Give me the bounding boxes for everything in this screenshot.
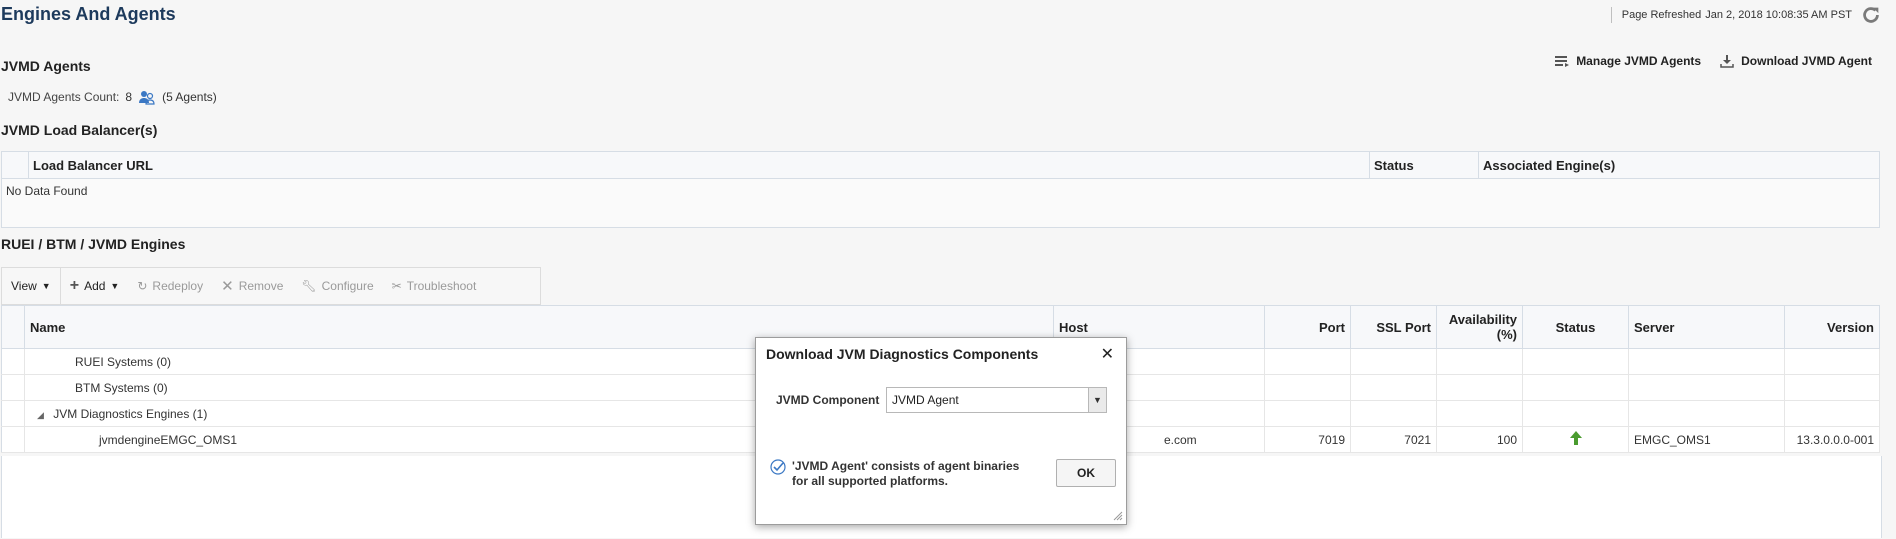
agents-group-icon[interactable]: [138, 89, 156, 105]
remove-icon: ✕: [221, 278, 234, 295]
server-link[interactable]: EMGC_OMS1: [1628, 426, 1785, 453]
download-jvmd-agent-label: Download JVMD Agent: [1741, 54, 1872, 68]
agents-count-label: JVMD Agents Count:: [8, 90, 120, 104]
chevron-down-icon: ▼: [110, 281, 120, 291]
refresh-label: Page Refreshed: [1621, 9, 1702, 21]
manage-list-icon: [1555, 56, 1570, 67]
download-dialog: Download JVM Diagnostics Components ✕ JV…: [755, 337, 1127, 525]
agents-count-detail: (5 Agents): [162, 90, 217, 104]
plus-icon: +: [69, 277, 80, 294]
redeploy-label: Redeploy: [152, 279, 204, 293]
redeploy-button[interactable]: ↻ Redeploy: [128, 279, 212, 293]
configure-label: Configure: [321, 279, 374, 293]
engines-toolbar: View ▼ + Add ▼ ↻ Redeploy ✕ Remove 🔧︎ Co…: [1, 267, 541, 305]
chevron-down-icon: ▼: [41, 281, 51, 291]
column-availability[interactable]: Availability (%): [1436, 305, 1523, 349]
manage-jvmd-agents-button[interactable]: Manage JVMD Agents: [1554, 54, 1701, 68]
agents-count-value: 8: [125, 90, 133, 104]
up-arrow-icon: [1569, 431, 1582, 445]
availability-link[interactable]: 100: [1436, 426, 1523, 453]
troubleshoot-label: Troubleshoot: [406, 279, 477, 293]
empty-space: [1, 203, 1880, 228]
table-header-row: Load Balancer URL Status Associated Engi…: [1, 151, 1880, 179]
troubleshoot-icon: ✂: [391, 279, 402, 293]
view-menu[interactable]: View ▼: [2, 279, 60, 293]
remove-label: Remove: [238, 279, 284, 293]
troubleshoot-button[interactable]: ✂ Troubleshoot: [383, 279, 486, 293]
agents-count: JVMD Agents Count: 8 (5 Agents): [8, 89, 217, 105]
refresh-icon[interactable]: [1860, 4, 1882, 26]
check-info-icon: [770, 459, 786, 475]
component-select[interactable]: JVMD Agent ▼: [886, 387, 1107, 413]
column-status[interactable]: Status: [1369, 151, 1479, 179]
redeploy-icon: ↻: [137, 279, 148, 293]
port-value: 7019: [1264, 426, 1351, 453]
add-menu[interactable]: + Add ▼: [61, 277, 129, 295]
column-load-balancer-url[interactable]: Load Balancer URL: [28, 151, 1370, 179]
load-balancer-title: JVMD Load Balancer(s): [1, 122, 158, 138]
download-icon: [1720, 55, 1734, 68]
page-title: Engines And Agents: [1, 4, 176, 24]
divider: [1610, 7, 1612, 23]
component-label: JVMD Component: [776, 393, 880, 407]
version-value: 13.3.0.0.0-001: [1784, 426, 1880, 453]
remove-button[interactable]: ✕ Remove: [212, 277, 292, 295]
info-message: 'JVMD Agent' consists of agent binaries …: [770, 459, 1030, 489]
resize-grip-icon[interactable]: [1113, 511, 1123, 521]
close-icon[interactable]: ✕: [1101, 344, 1114, 364]
chevron-down-icon[interactable]: ▼: [1088, 388, 1106, 412]
column-server[interactable]: Server: [1628, 305, 1785, 349]
ok-button[interactable]: OK: [1056, 459, 1116, 487]
engines-title: RUEI / BTM / JVMD Engines: [1, 236, 186, 252]
configure-button[interactable]: 🔧︎ Configure: [292, 279, 382, 293]
manage-jvmd-agents-label: Manage JVMD Agents: [1576, 54, 1702, 68]
ssl-port-value: 7021: [1350, 426, 1437, 453]
row-selector-header: [1, 151, 29, 179]
column-ssl-port[interactable]: SSL Port: [1350, 305, 1437, 349]
refresh-time: Jan 2, 2018 10:08:35 AM PST: [1705, 9, 1852, 21]
add-label: Add: [84, 279, 106, 293]
column-version[interactable]: Version: [1784, 305, 1880, 349]
page-refresh-info: Page Refreshed Jan 2, 2018 10:08:35 AM P…: [1610, 4, 1882, 26]
column-associated-engines[interactable]: Associated Engine(s): [1478, 151, 1880, 179]
dialog-title: Download JVM Diagnostics Components: [766, 346, 1039, 362]
status-cell: [1522, 426, 1629, 453]
download-jvmd-agent-button[interactable]: Download JVMD Agent: [1719, 54, 1872, 68]
agent-actions: Manage JVMD Agents Download JVMD Agent: [1554, 54, 1872, 68]
component-selected-value: JVMD Agent: [892, 393, 959, 407]
expand-triangle-icon[interactable]: ◢: [37, 410, 44, 420]
column-status[interactable]: Status: [1522, 305, 1629, 349]
empty-row: No Data Found: [2, 179, 1880, 204]
info-text: 'JVMD Agent' consists of agent binaries …: [792, 459, 1020, 488]
column-port[interactable]: Port: [1264, 305, 1351, 349]
row-name: JVM Diagnostics Engines (1): [53, 406, 208, 421]
load-balancer-table: Load Balancer URL Status Associated Engi…: [1, 151, 1880, 228]
wrench-icon: 🔧︎: [301, 279, 317, 293]
no-data-text: No Data Found: [6, 184, 88, 198]
row-selector-header: [1, 305, 25, 349]
jvmd-agents-title: JVMD Agents: [1, 58, 91, 74]
view-label: View: [11, 279, 37, 293]
